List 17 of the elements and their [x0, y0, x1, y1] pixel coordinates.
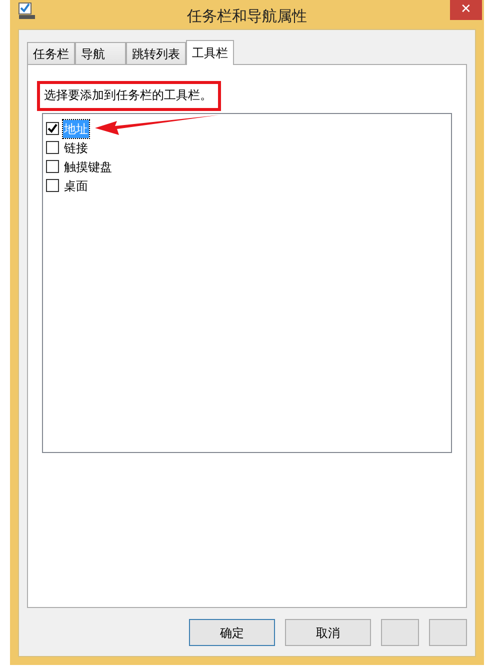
cancel-button[interactable]: 取消 [285, 619, 371, 646]
list-item[interactable]: 链接 [63, 138, 89, 156]
tab[interactable]: 工具栏 [186, 40, 234, 65]
list-item[interactable]: 触摸键盘 [63, 158, 113, 176]
tab[interactable]: 跳转列表 [126, 42, 186, 64]
app-icon [18, 2, 36, 20]
tab[interactable]: 任务栏 [27, 42, 75, 64]
checkbox[interactable] [46, 141, 59, 154]
tab[interactable]: 导航 [75, 42, 126, 64]
ok-button[interactable]: 确定 [189, 619, 275, 646]
close-button[interactable]: ✕ [450, 0, 482, 20]
window-title: 任务栏和导航属性 [187, 6, 307, 27]
checkbox[interactable] [46, 122, 59, 135]
checkbox[interactable] [46, 179, 59, 192]
checkbox[interactable] [46, 160, 59, 173]
instruction-text: 选择要添加到任务栏的工具栏。 [44, 88, 212, 102]
list-item[interactable]: 桌面 [63, 176, 89, 194]
